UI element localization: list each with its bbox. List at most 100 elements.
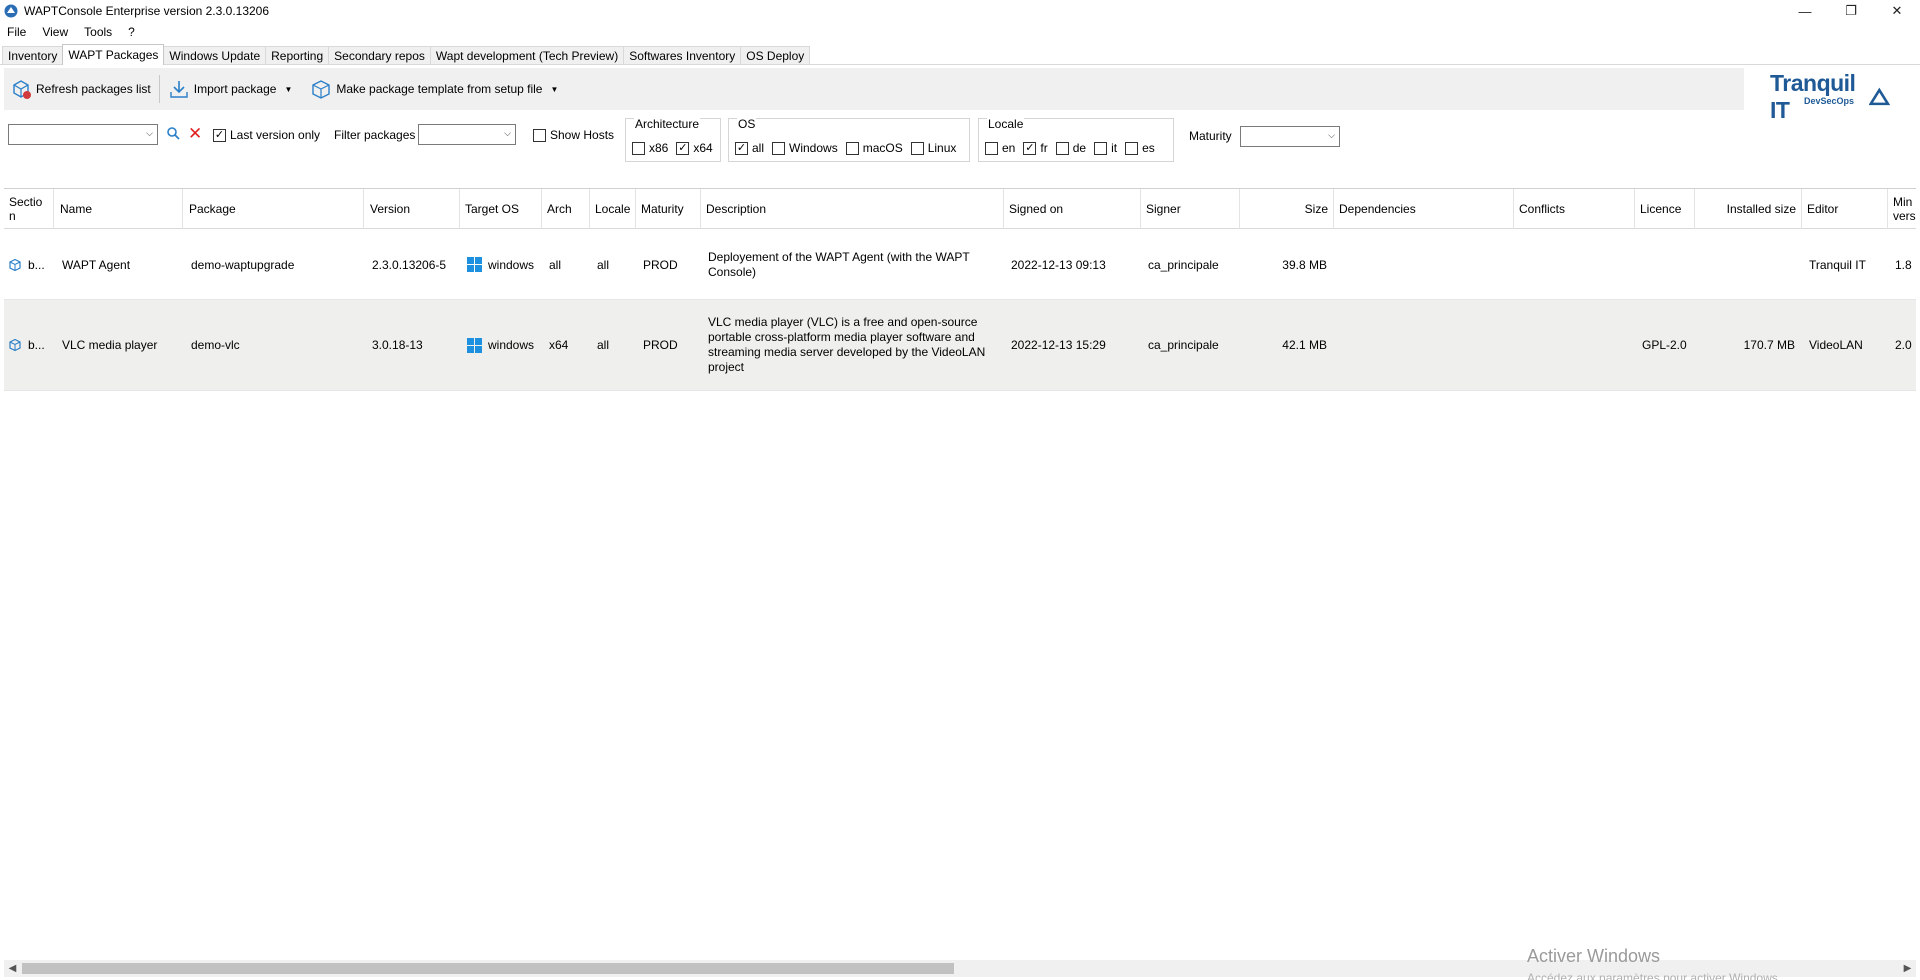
locale-de-checkbox[interactable]: de xyxy=(1055,141,1086,155)
col-arch[interactable]: Arch xyxy=(542,189,590,229)
table-row[interactable]: b... WAPT Agent demo-waptupgrade 2.3.0.1… xyxy=(4,230,1916,300)
arch-x86-checkbox[interactable]: x86 xyxy=(632,141,668,155)
row-description: Deployement of the WAPT Agent (with the … xyxy=(708,249,970,279)
os-all-checkbox[interactable]: ✓ all xyxy=(735,141,764,155)
last-version-only-checkbox[interactable]: ✓ Last version only xyxy=(213,128,320,142)
col-conflicts[interactable]: Conflicts xyxy=(1514,189,1635,229)
col-signer[interactable]: Signer xyxy=(1141,189,1240,229)
col-version[interactable]: Version xyxy=(365,189,460,229)
scroll-left-icon[interactable]: ◀ xyxy=(4,960,21,977)
col-target-os[interactable]: Target OS xyxy=(460,189,542,229)
col-dependencies[interactable]: Dependencies xyxy=(1334,189,1514,229)
os-macos-checkbox[interactable]: macOS xyxy=(845,141,903,155)
chevron-down-icon[interactable]: ▼ xyxy=(284,85,292,94)
col-section[interactable]: Sectio n xyxy=(4,189,54,229)
row-locale: all xyxy=(597,257,610,272)
row-section: b... xyxy=(28,257,45,272)
col-maturity[interactable]: Maturity xyxy=(636,189,701,229)
menu-view[interactable]: View xyxy=(34,25,76,39)
locale-es-label: es xyxy=(1142,141,1155,155)
row-licence xyxy=(1635,230,1695,299)
scroll-right-icon[interactable]: ▶ xyxy=(1899,960,1916,977)
os-linux-checkbox[interactable]: Linux xyxy=(910,141,957,155)
col-description[interactable]: Description xyxy=(701,189,1004,229)
table-row[interactable]: b... VLC media player demo-vlc 3.0.18-13… xyxy=(4,300,1916,391)
os-windows-checkbox[interactable]: Windows xyxy=(772,141,838,155)
make-template-label: Make package template from setup file xyxy=(336,82,543,96)
locale-es-checkbox[interactable]: es xyxy=(1125,141,1155,155)
row-name: WAPT Agent xyxy=(62,257,131,272)
make-template-button[interactable]: Make package template from setup file ▼ xyxy=(304,73,564,105)
packages-toolbar: Refresh packages list Import package ▼ M… xyxy=(4,68,1744,110)
restore-button[interactable]: ❐ xyxy=(1828,0,1874,22)
arch-x64-checkbox[interactable]: ✓ x64 xyxy=(676,141,713,155)
activate-windows-subtext: Accédez aux paramètres pour activer Wind… xyxy=(1527,971,1782,980)
import-package-button[interactable]: Import package ▼ xyxy=(162,73,299,105)
locale-fr-checkbox[interactable]: ✓ fr xyxy=(1023,141,1048,155)
locale-it-label: it xyxy=(1111,141,1118,155)
checkbox-checked[interactable]: ✓ xyxy=(213,128,226,142)
scrollbar-thumb[interactable] xyxy=(22,963,954,974)
logo-subtitle: DevSecOps xyxy=(1803,96,1854,106)
menu-help[interactable]: ? xyxy=(120,25,143,39)
tab-inventory[interactable]: Inventory xyxy=(2,46,64,65)
minimize-button[interactable]: — xyxy=(1782,0,1828,22)
import-package-label: Import package xyxy=(193,82,277,96)
tab-wapt-development[interactable]: Wapt development (Tech Preview) xyxy=(429,46,625,65)
col-editor[interactable]: Editor xyxy=(1802,189,1888,229)
arch-x64-label: x64 xyxy=(693,141,713,155)
maturity-label: Maturity xyxy=(1189,129,1232,143)
show-hosts-checkbox[interactable]: Show Hosts xyxy=(533,128,614,142)
os-macos-label: macOS xyxy=(862,141,903,155)
search-icon[interactable] xyxy=(166,126,180,140)
close-button[interactable]: ✕ xyxy=(1874,0,1920,22)
refresh-packages-button[interactable]: Refresh packages list xyxy=(4,73,157,105)
tab-softwares-inventory[interactable]: Softwares Inventory xyxy=(623,46,742,65)
row-description: VLC media player (VLC) is a free and ope… xyxy=(708,315,986,374)
window-controls: — ❐ ✕ xyxy=(1782,0,1920,22)
os-linux-label: Linux xyxy=(927,141,957,155)
download-icon xyxy=(170,81,188,98)
tab-os-deploy[interactable]: OS Deploy xyxy=(740,46,811,65)
filter-packages-combo[interactable]: ⌵ xyxy=(418,124,516,145)
windows-logo-icon xyxy=(467,337,482,353)
col-locale[interactable]: Locale xyxy=(590,189,636,229)
tab-reporting[interactable]: Reporting xyxy=(265,46,330,65)
tab-secondary-repos[interactable]: Secondary repos xyxy=(328,46,431,65)
col-signed-on[interactable]: Signed on xyxy=(1004,189,1141,229)
col-installed-size[interactable]: Installed size xyxy=(1695,189,1802,229)
windows-logo-icon xyxy=(467,257,482,272)
menu-tools[interactable]: Tools xyxy=(76,25,120,39)
row-package: demo-waptupgrade xyxy=(191,257,295,272)
architecture-group: Architecture x86 ✓ x64 xyxy=(625,117,721,162)
checkbox-unchecked[interactable] xyxy=(533,128,546,142)
clear-search-icon[interactable]: ✕ xyxy=(188,124,202,144)
col-licence[interactable]: Licence xyxy=(1635,189,1695,229)
row-package: demo-vlc xyxy=(191,338,240,352)
col-package[interactable]: Package xyxy=(184,189,364,229)
package-refresh-icon xyxy=(13,80,31,99)
locale-group: Locale en ✓ fr de it es xyxy=(978,117,1174,162)
col-name[interactable]: Name xyxy=(55,189,183,229)
row-conflicts xyxy=(1514,230,1635,299)
os-group: OS ✓ all Windows macOS Linux xyxy=(728,117,970,162)
wapt-app-icon xyxy=(4,4,18,18)
packages-grid: Sectio n Name Package Version Target OS … xyxy=(4,188,1916,962)
row-signer: ca_principale xyxy=(1148,338,1219,352)
row-target-os: windows xyxy=(488,338,535,352)
col-min-version[interactable]: Min vers xyxy=(1888,189,1916,229)
locale-en-checkbox[interactable]: en xyxy=(985,141,1015,155)
locale-it-checkbox[interactable]: it xyxy=(1094,141,1117,155)
tab-windows-update[interactable]: Windows Update xyxy=(163,46,267,65)
architecture-title: Architecture xyxy=(634,117,701,131)
tab-wapt-packages[interactable]: WAPT Packages xyxy=(62,44,165,65)
menu-file[interactable]: File xyxy=(0,25,34,39)
search-combo[interactable]: ⌵ xyxy=(8,124,158,145)
grid-header: Sectio n Name Package Version Target OS … xyxy=(4,189,1916,229)
tab-divider xyxy=(0,64,1920,65)
maturity-combo[interactable]: ⌵ xyxy=(1240,126,1340,147)
chevron-down-icon[interactable]: ▼ xyxy=(550,85,558,94)
row-conflicts xyxy=(1514,300,1635,390)
col-size[interactable]: Size xyxy=(1240,189,1334,229)
os-windows-label: Windows xyxy=(789,141,838,155)
